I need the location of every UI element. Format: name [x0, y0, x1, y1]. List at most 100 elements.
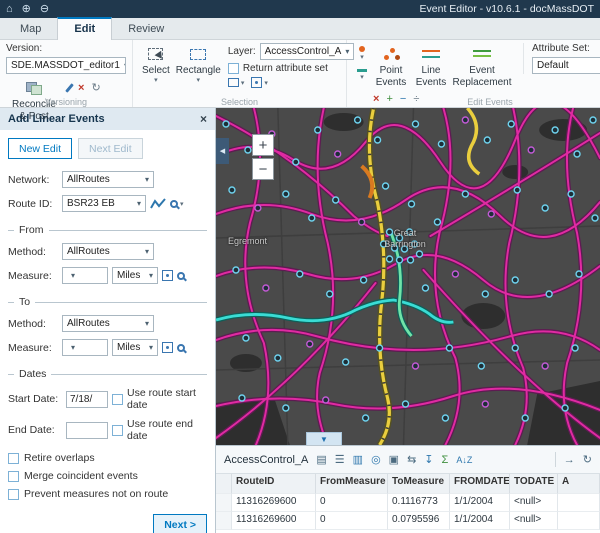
export-records-icon[interactable]: ↧ [424, 453, 433, 466]
from-method-dropdown[interactable]: AllRoutes [62, 243, 154, 260]
route-id-dropdown[interactable]: BSR23 EB [62, 195, 146, 212]
clear-selection-icon[interactable]: ▣ [389, 453, 399, 466]
cell-a [558, 494, 600, 512]
retire-overlaps-checkbox[interactable] [8, 453, 19, 464]
sort-az-icon[interactable]: A↓Z [456, 455, 472, 465]
cell-todate: <null> [510, 512, 558, 530]
cell-todate: <null> [510, 494, 558, 512]
col-tomeasure[interactable]: ToMeasure [388, 474, 450, 494]
rectangle-button[interactable]: Rectangle ▾ [173, 43, 224, 87]
to-unit-dropdown[interactable]: Miles [112, 339, 158, 356]
map-canvas[interactable]: + − ◀ ▼ Egremont Great Barrington [216, 108, 600, 445]
use-route-start-date-checkbox[interactable] [112, 394, 123, 405]
show-selected-records-icon[interactable]: ▥ [353, 453, 363, 466]
next-edit-button[interactable]: Next Edit [78, 138, 143, 159]
col-todate[interactable]: TODATE [510, 474, 558, 494]
point-events-button[interactable]: Point Events [371, 43, 411, 90]
from-measure-label: Measure: [8, 270, 58, 282]
to-measure-dropdown[interactable] [62, 339, 108, 356]
tab-edit[interactable]: Edit [57, 17, 112, 40]
event-replacement-button[interactable]: Event Replacement [451, 43, 513, 90]
use-route-end-date-checkbox[interactable] [112, 425, 123, 436]
selectable-layers-icon[interactable]: ▾ [228, 78, 245, 87]
from-pick-measure-icon[interactable] [162, 270, 173, 281]
cell-tomeasure: 0.1116773 [388, 494, 450, 512]
edit-version-icon[interactable] [65, 83, 74, 93]
zoom-to-selection-icon[interactable]: ◎ [371, 453, 381, 466]
from-zoom-measure-icon[interactable] [177, 272, 185, 280]
line-events-button[interactable]: Line Events [411, 43, 451, 90]
layer-dropdown[interactable]: AccessControl_A [260, 43, 355, 60]
from-measure-dropdown[interactable] [62, 267, 108, 284]
to-method-dropdown[interactable]: AllRoutes [62, 315, 154, 332]
map-label-great: Great [374, 228, 436, 239]
row-selector[interactable] [216, 512, 232, 530]
table-row[interactable]: 11316269600 0 0.0795596 1/1/2004 <null> [216, 512, 600, 530]
zoom-in-icon[interactable]: ⊕ [22, 4, 31, 15]
line-event-tool-icon[interactable]: ▾ [353, 64, 371, 85]
to-pick-measure-icon[interactable] [162, 342, 173, 353]
from-unit-dropdown[interactable]: Miles [112, 267, 158, 284]
map-zoom-in-button[interactable]: + [252, 134, 274, 156]
statistics-icon[interactable]: Σ [442, 454, 449, 466]
edit-records-icon[interactable]: ▤ [316, 453, 326, 466]
show-all-records-icon[interactable]: ☰ [335, 453, 345, 466]
col-a[interactable]: A [558, 474, 600, 494]
map-label-egremont: Egremont [228, 236, 267, 247]
start-date-input[interactable] [66, 391, 108, 408]
panel-close-icon[interactable]: × [200, 112, 207, 126]
version-dropdown[interactable]: SDE.MASSDOT_editor1 [6, 57, 126, 74]
table-row[interactable]: 11316269600 0 0.1116773 1/1/2004 <null> [216, 494, 600, 512]
home-icon[interactable]: ⌂ [6, 4, 13, 15]
dates-legend: Dates [19, 368, 46, 380]
next-button[interactable]: Next > [153, 514, 207, 533]
merge-coincident-events-checkbox[interactable] [8, 471, 19, 482]
cell-routeid: 11316269600 [232, 494, 316, 512]
route-zoom-icon[interactable]: ▾ [170, 200, 184, 208]
network-dropdown[interactable]: AllRoutes [62, 171, 154, 188]
route-id-label: Route ID: [8, 198, 58, 210]
col-fromdate[interactable]: FROMDATE [450, 474, 510, 494]
refresh-version-icon[interactable]: ↻ [91, 81, 100, 94]
attribute-table-panel: AccessControl_A ▤ ☰ ▥ ◎ ▣ ⇆ ↧ Σ A↓Z → ↻ [216, 445, 600, 533]
title-bar: ⌂ ⊕ ⊖ Event Editor - v10.6.1 - docMassDO… [0, 0, 600, 18]
col-routeid[interactable]: RouteID [232, 474, 316, 494]
new-edit-button[interactable]: New Edit [8, 138, 72, 159]
collapse-table-arrow[interactable]: ▼ [306, 432, 342, 445]
tab-review[interactable]: Review [112, 19, 180, 39]
point-event-tool-icon[interactable]: ▾ [353, 43, 371, 64]
refresh-table-icon[interactable]: ↻ [583, 453, 592, 466]
col-frommeasure[interactable]: FromMeasure [316, 474, 388, 494]
to-legend: To [19, 296, 30, 308]
layer-label: Layer: [228, 46, 256, 57]
map-zoom-out-button[interactable]: − [252, 158, 274, 180]
collapse-panel-arrow[interactable]: ◀ [216, 138, 229, 164]
return-attribute-set-checkbox[interactable] [228, 63, 239, 74]
select-route-on-map-icon[interactable] [150, 197, 166, 210]
use-route-start-date-label: Use route start date [127, 387, 207, 411]
attribute-set-label: Attribute Set: [532, 43, 600, 54]
zoom-out-icon[interactable]: ⊖ [40, 4, 49, 15]
row-selector[interactable] [216, 494, 232, 512]
attribute-set-dropdown[interactable]: Default [532, 57, 600, 74]
group-edit-events: ▾ ▾ Point Events Line Events Event Repla… [347, 40, 600, 107]
switch-selection-icon[interactable]: ⇆ [407, 453, 416, 466]
version-label: Version: [6, 43, 126, 54]
end-date-input[interactable] [66, 422, 108, 439]
go-to-record-icon[interactable]: → [564, 454, 575, 466]
select-caret-icon: ▾ [154, 77, 158, 85]
app-title: Event Editor - v10.6.1 - docMassDOT [420, 3, 594, 15]
event-replacement-label: Event Replacement [453, 65, 512, 88]
selection-options-icon[interactable]: ▾ [251, 77, 268, 88]
delete-version-icon[interactable]: × [78, 82, 84, 94]
from-group: From Method: AllRoutes Measure: Miles [8, 224, 207, 284]
to-measure-label: Measure: [8, 342, 58, 354]
select-button[interactable]: Select ▾ [139, 43, 173, 87]
ribbon-tabs: Map Edit Review [0, 18, 600, 40]
rectangle-caret-icon: ▾ [197, 77, 201, 85]
prevent-measures-checkbox[interactable] [8, 489, 19, 500]
table-toolbar: AccessControl_A ▤ ☰ ▥ ◎ ▣ ⇆ ↧ Σ A↓Z → ↻ [216, 446, 600, 474]
to-zoom-measure-icon[interactable] [177, 344, 185, 352]
tab-map[interactable]: Map [4, 19, 57, 39]
select-label: Select [142, 65, 170, 77]
